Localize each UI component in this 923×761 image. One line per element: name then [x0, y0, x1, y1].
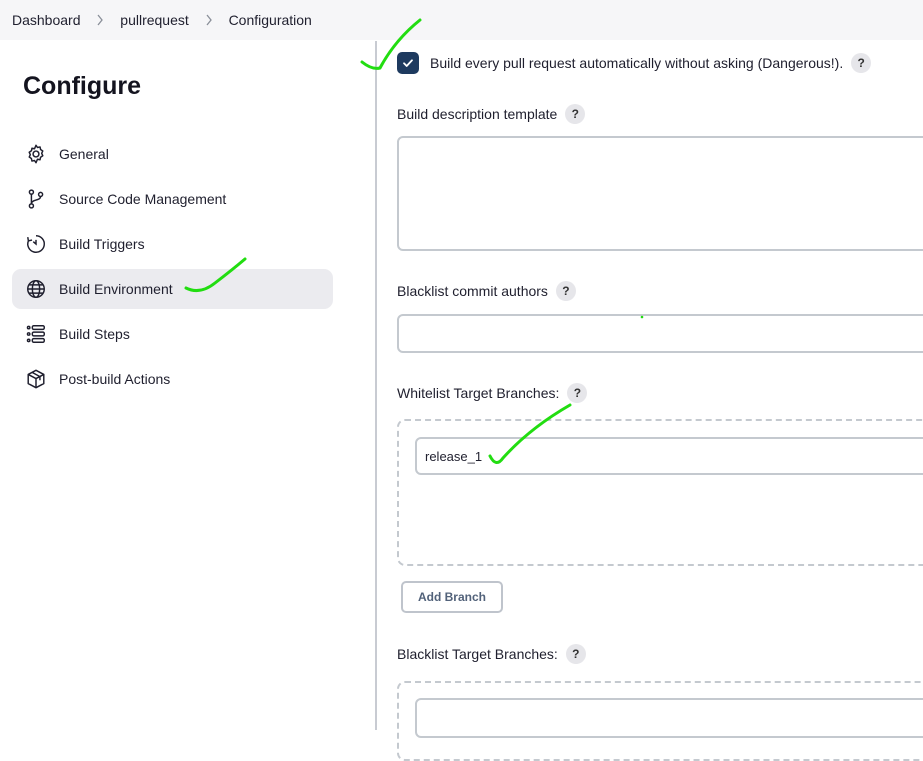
auto-build-label[interactable]: Build every pull request automatically w… [430, 55, 843, 71]
breadcrumb-pullrequest[interactable]: pullrequest [120, 12, 189, 28]
git-branch-icon [25, 188, 47, 210]
list-icon [25, 323, 47, 345]
help-icon[interactable]: ? [555, 281, 576, 301]
blacklist-branches-label-row: Blacklist Target Branches: ? [397, 644, 586, 664]
description-template-label-row: Build description template ? [397, 104, 586, 124]
clock-icon [25, 233, 47, 255]
checkmark-icon [403, 59, 413, 67]
help-icon[interactable]: ? [565, 104, 586, 124]
breadcrumb-configuration[interactable]: Configuration [229, 12, 312, 28]
breadcrumb-dashboard[interactable]: Dashboard [12, 12, 81, 28]
add-branch-button[interactable]: Add Branch [401, 581, 503, 613]
auto-build-checkbox[interactable] [397, 52, 419, 74]
chevron-right-icon [205, 14, 213, 26]
whitelist-branches-label-row: Whitelist Target Branches: ? [397, 383, 588, 403]
gear-icon [25, 143, 47, 165]
package-icon [25, 368, 47, 390]
sidebar-item-source-code-management[interactable]: Source Code Management [12, 179, 333, 219]
breadcrumb: Dashboard pullrequest Configuration [12, 11, 312, 28]
sidebar-item-label: Build Triggers [59, 236, 145, 252]
sidebar-item-general[interactable]: General [12, 134, 333, 174]
whitelist-branch-input[interactable]: release_1 [415, 437, 923, 475]
sidebar-nav: General Source Code Management Build Tri… [12, 134, 333, 404]
blacklist-branch-input[interactable] [415, 698, 923, 738]
sidebar-item-build-steps[interactable]: Build Steps [12, 314, 333, 354]
sidebar-item-post-build-actions[interactable]: Post-build Actions [12, 359, 333, 399]
breadcrumb-bar: Dashboard pullrequest Configuration [0, 0, 923, 40]
help-icon[interactable]: ? [851, 53, 872, 73]
sidebar-item-build-triggers[interactable]: Build Triggers [12, 224, 333, 264]
chevron-right-icon [96, 14, 104, 26]
page-title: Configure [23, 72, 142, 100]
globe-icon [25, 278, 47, 300]
sidebar-item-label: Build Environment [59, 281, 173, 297]
sidebar-item-label: Source Code Management [59, 191, 227, 207]
description-template-label: Build description template [397, 106, 558, 122]
help-icon[interactable]: ? [565, 644, 586, 664]
auto-build-row: Build every pull request automatically w… [397, 52, 872, 74]
whitelist-branches-label: Whitelist Target Branches: [397, 385, 560, 401]
sidebar-item-label: Post-build Actions [59, 371, 171, 387]
blacklist-branches-label: Blacklist Target Branches: [397, 646, 558, 662]
sidebar-item-label: Build Steps [59, 326, 130, 342]
description-template-textarea[interactable] [397, 136, 923, 251]
help-icon[interactable]: ? [567, 383, 588, 403]
sidebar-item-label: General [59, 146, 109, 162]
sidebar-item-build-environment[interactable]: Build Environment [12, 269, 333, 309]
blacklist-authors-input[interactable] [397, 314, 923, 353]
panel-divider [375, 41, 377, 730]
blacklist-authors-label-row: Blacklist commit authors ? [397, 281, 576, 301]
blacklist-authors-label: Blacklist commit authors [397, 283, 548, 299]
